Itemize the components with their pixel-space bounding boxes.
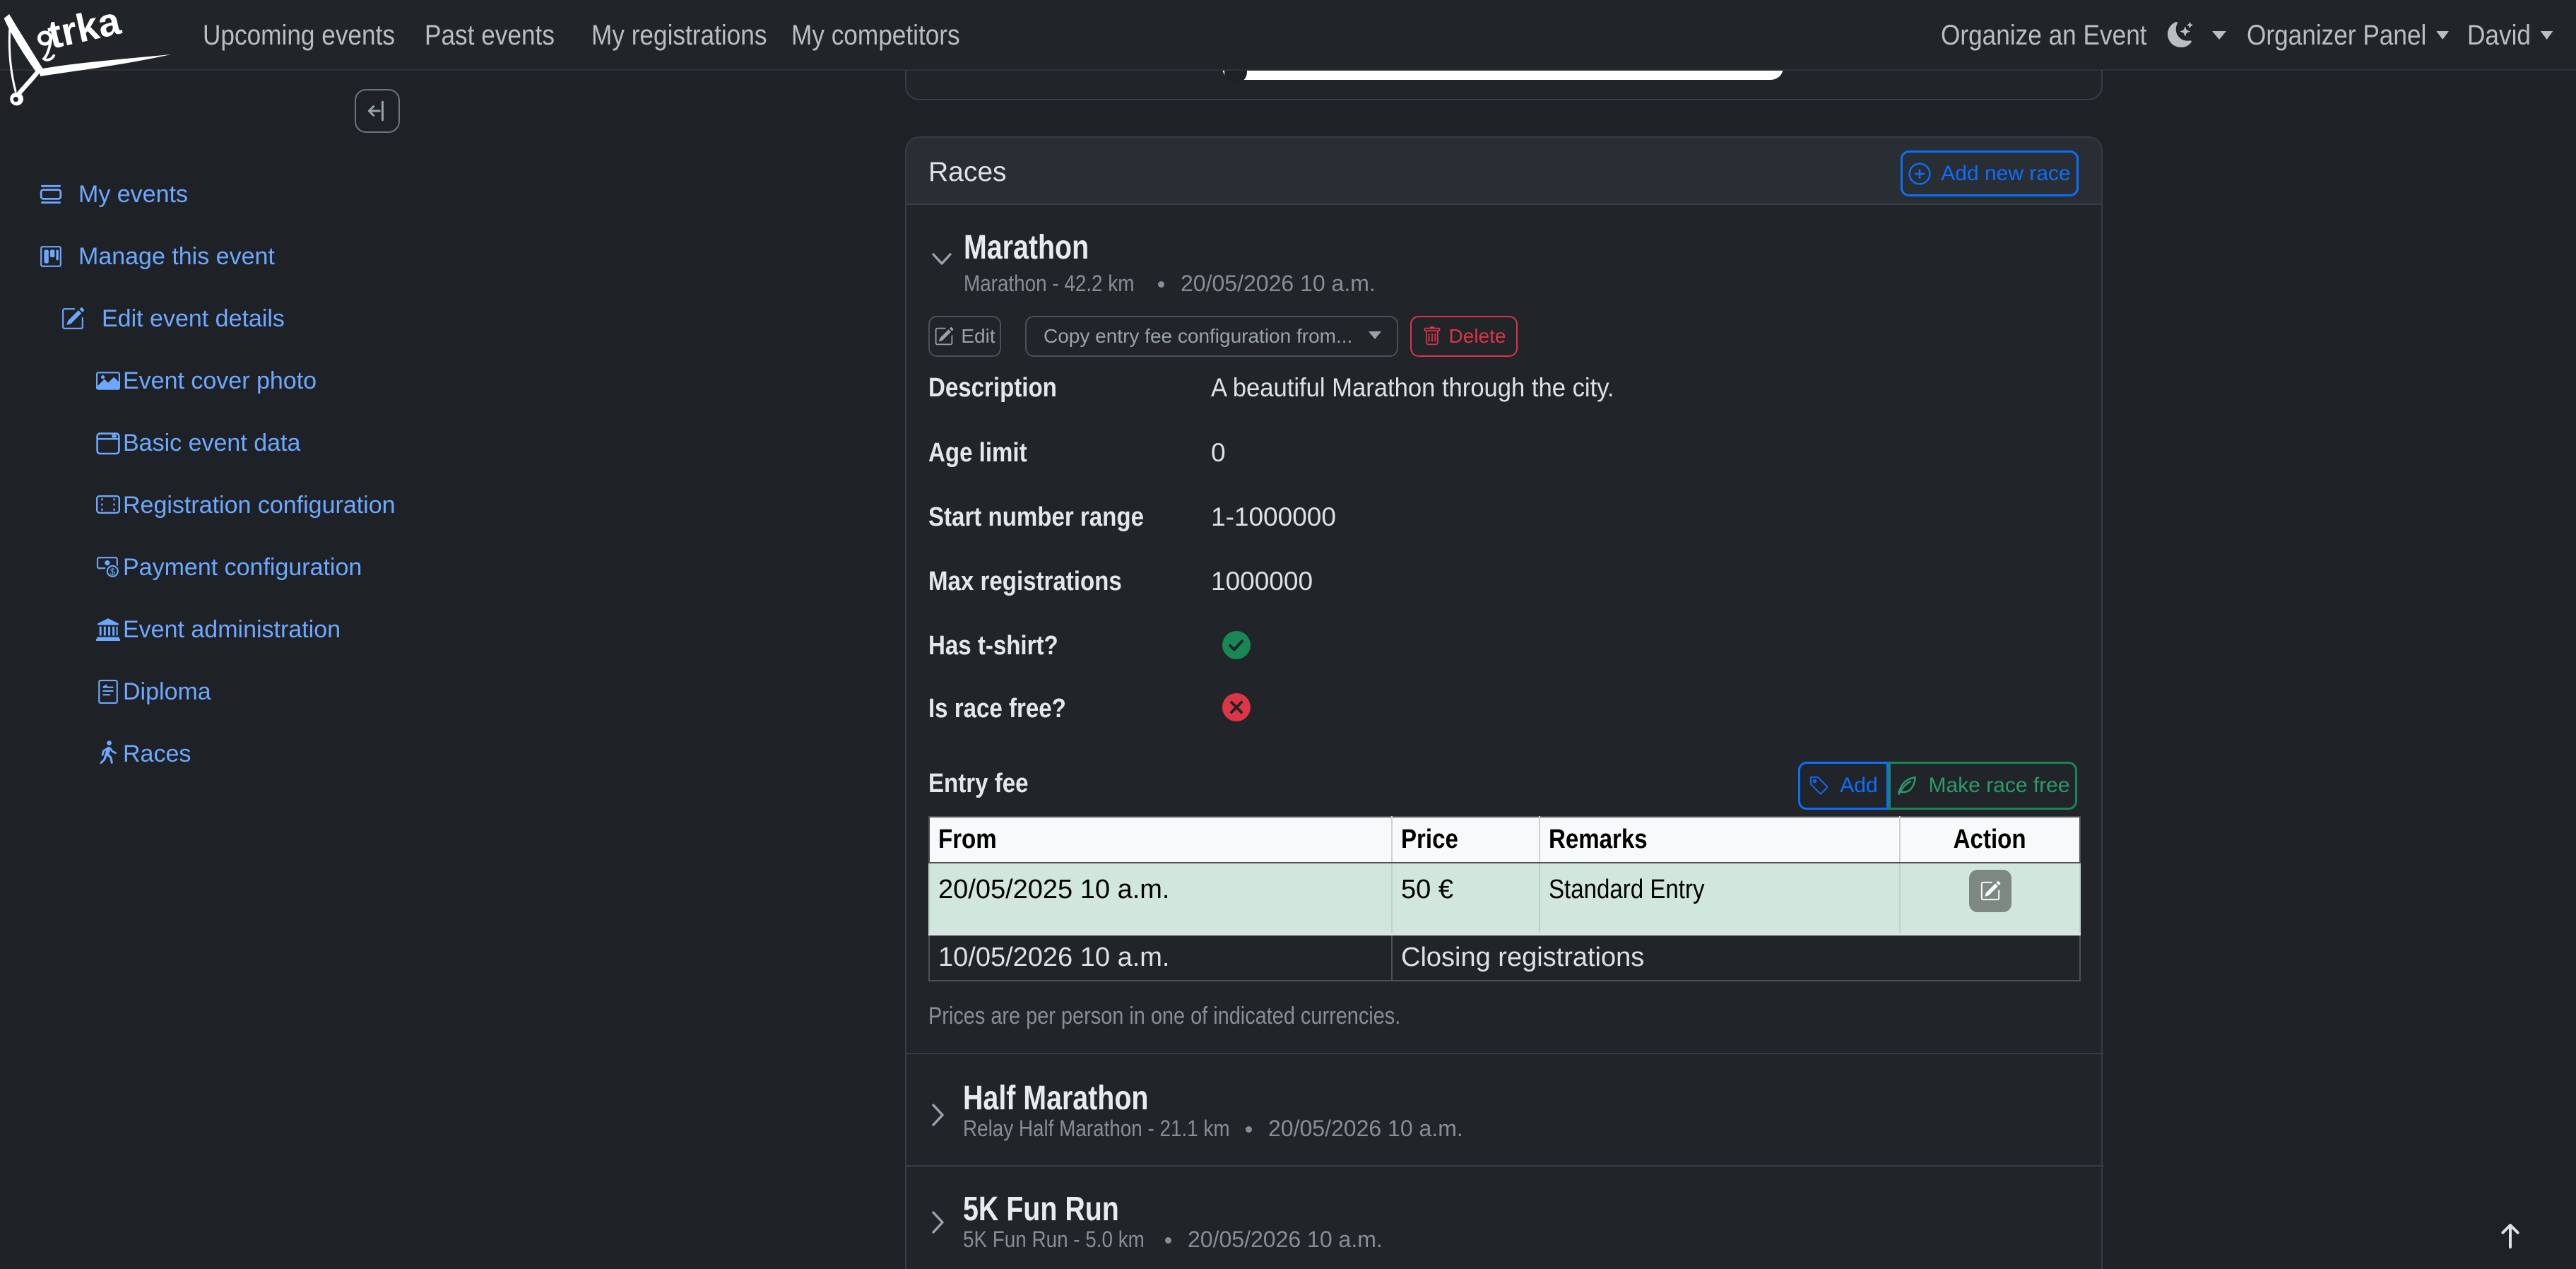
svg-text:$: $ (110, 567, 115, 577)
svg-text:trka: trka (44, 3, 125, 57)
